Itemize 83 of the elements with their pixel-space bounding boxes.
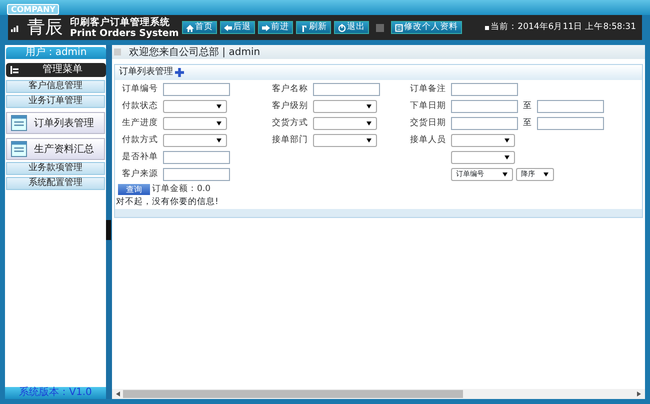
document-icon bbox=[394, 24, 403, 32]
field-label: 生产进度 bbox=[121, 117, 159, 130]
nav-button[interactable]: 修改个人资料 bbox=[390, 21, 462, 34]
menu-group[interactable]: 业务款项管理 bbox=[6, 162, 105, 175]
arrow-right-icon bbox=[262, 24, 270, 32]
list-icon bbox=[10, 66, 19, 74]
arrow-left-icon bbox=[224, 24, 232, 32]
separator-text: 至 bbox=[523, 100, 532, 113]
datetime-text: 当前：2014年6月11日 上午8:58:31 bbox=[490, 21, 636, 34]
select-field[interactable] bbox=[313, 100, 377, 113]
logo-title: 印刷客户订单管理系统 bbox=[70, 16, 171, 28]
field-label: 下单日期 bbox=[409, 100, 447, 113]
scroll-right-icon bbox=[637, 391, 642, 397]
menu-item[interactable]: 生产资料汇总 bbox=[6, 138, 105, 160]
nav-button[interactable]: 退出 bbox=[334, 21, 369, 34]
nav-button[interactable]: 刷新 bbox=[296, 21, 331, 34]
separator-text: 至 bbox=[523, 117, 532, 130]
query-button[interactable]: 查询 bbox=[118, 184, 150, 195]
input-field[interactable] bbox=[163, 168, 230, 181]
panel-title: 订单列表管理 bbox=[119, 66, 173, 79]
select-field[interactable] bbox=[163, 134, 227, 147]
user-label: 用户：admin bbox=[6, 47, 106, 59]
field-label: 接单人员 bbox=[409, 134, 447, 147]
nav-button[interactable]: 后退 bbox=[220, 21, 255, 34]
caret-icon bbox=[216, 121, 222, 126]
date-field[interactable] bbox=[537, 100, 604, 113]
logo-text: 青辰 bbox=[27, 18, 63, 36]
field-label: 是否补单 bbox=[121, 151, 159, 164]
date-field[interactable] bbox=[537, 117, 604, 130]
field-label: 客户级别 bbox=[271, 100, 309, 113]
field-label: 付款方式 bbox=[121, 134, 159, 147]
caret-icon bbox=[504, 155, 510, 160]
menu-title: 管理菜单 bbox=[42, 63, 84, 77]
scroll-left-icon bbox=[115, 391, 120, 397]
select-field[interactable] bbox=[163, 100, 227, 113]
caret-icon bbox=[216, 138, 222, 143]
menu-group[interactable]: 客户信息管理 bbox=[6, 80, 105, 93]
bars-icon bbox=[11, 23, 20, 32]
version-bar: 系统版本：V1.0 bbox=[5, 387, 106, 399]
select-field[interactable] bbox=[451, 134, 515, 147]
message-text: 对不起，没有你要的信息! bbox=[115, 196, 220, 209]
field-label: 付款状态 bbox=[121, 100, 159, 113]
field-label: 接单部门 bbox=[271, 134, 309, 147]
input-field[interactable] bbox=[313, 83, 380, 96]
field-label: 订单备注 bbox=[409, 83, 447, 96]
nav-button[interactable]: 首页 bbox=[182, 21, 217, 34]
select-field[interactable] bbox=[163, 117, 227, 130]
home-icon bbox=[186, 24, 194, 32]
date-field[interactable] bbox=[451, 100, 518, 113]
select-field[interactable] bbox=[451, 151, 515, 164]
window-icon bbox=[10, 141, 28, 157]
nav-button[interactable]: 前进 bbox=[258, 21, 293, 34]
input-field[interactable] bbox=[451, 83, 518, 96]
scroll-thumb[interactable] bbox=[123, 390, 463, 398]
select-field[interactable] bbox=[313, 134, 377, 147]
field-label: 订单编号 bbox=[121, 83, 159, 96]
power-icon bbox=[338, 24, 346, 32]
company-badge: COMPANY bbox=[7, 4, 60, 15]
input-field[interactable] bbox=[163, 151, 230, 164]
window-icon bbox=[10, 115, 28, 131]
caret-icon bbox=[366, 138, 372, 143]
field-label: 客户来源 bbox=[121, 168, 159, 181]
collapse-handle[interactable] bbox=[106, 220, 111, 240]
field-label: 交货日期 bbox=[409, 117, 447, 130]
caret-icon bbox=[216, 104, 222, 109]
caret-icon bbox=[502, 172, 508, 177]
caret-icon bbox=[504, 138, 510, 143]
scrollbar[interactable] bbox=[112, 389, 645, 399]
caret-icon bbox=[366, 121, 372, 126]
menu-group[interactable]: 系统配置管理 bbox=[6, 177, 105, 190]
caret-icon bbox=[366, 104, 372, 109]
field-label: 客户名称 bbox=[271, 83, 309, 96]
menu-item[interactable]: 订单列表管理 bbox=[6, 112, 105, 134]
input-field[interactable] bbox=[163, 83, 230, 96]
date-field[interactable] bbox=[451, 117, 518, 130]
select-field[interactable] bbox=[313, 117, 377, 130]
field-label: 交货方式 bbox=[271, 117, 309, 130]
welcome-text: 欢迎您来自公司总部 | admin bbox=[129, 46, 260, 60]
plus-icon bbox=[175, 68, 184, 77]
total-text: 订单金额：0.0 bbox=[152, 183, 211, 196]
menu-group[interactable]: 业务订单管理 bbox=[6, 95, 105, 108]
logo-subtitle: Print Orders System bbox=[70, 28, 179, 38]
caret-icon bbox=[543, 172, 549, 177]
